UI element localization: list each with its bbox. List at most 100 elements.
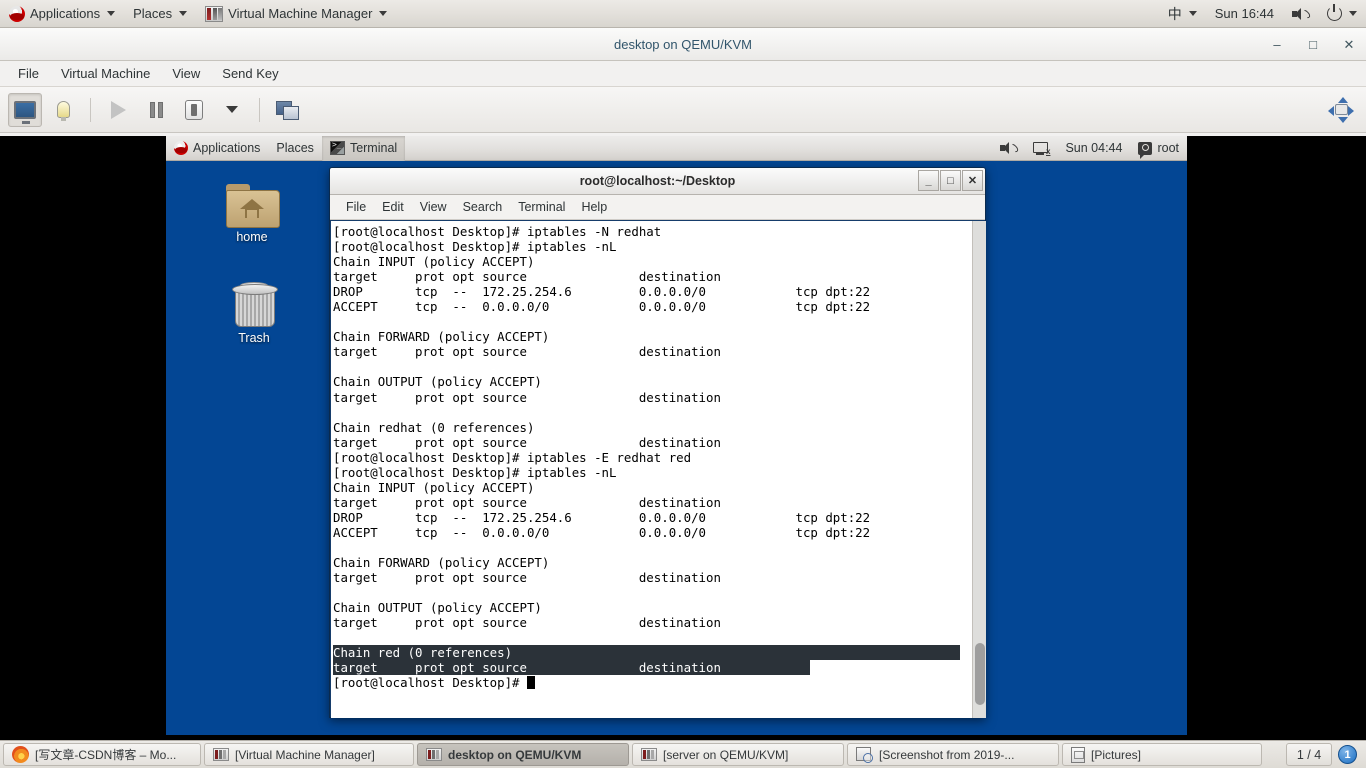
vmm-close-button[interactable]: ✕	[1340, 36, 1358, 54]
terminal-line: ACCEPT tcp -- 0.0.0.0/0 0.0.0.0/0 tcp dp…	[333, 299, 871, 315]
toolbar-right-group	[1324, 93, 1358, 127]
file-manager-icon	[1071, 746, 1085, 763]
notification-badge[interactable]: 1	[1338, 745, 1357, 764]
desktop-icon-trash[interactable]: Trash	[208, 281, 300, 345]
terminal-menu-file[interactable]: File	[339, 198, 373, 216]
chevron-down-icon	[226, 106, 238, 113]
pause-icon	[149, 101, 163, 118]
terminal-line: target prot opt source destination	[333, 615, 721, 631]
terminal-line: Chain OUTPUT (policy ACCEPT)	[333, 374, 542, 390]
vmm-maximize-button[interactable]: □	[1304, 36, 1322, 54]
guest-network-status[interactable]: x	[1025, 136, 1057, 161]
taskbar-item-desktop-vm[interactable]: desktop on QEMU/KVM	[417, 743, 629, 766]
terminal-line: target prot opt source destination	[333, 570, 721, 586]
shutdown-icon	[185, 99, 203, 120]
toolbar-show-details-button[interactable]	[46, 93, 80, 127]
toolbar-separator	[90, 97, 91, 122]
taskbar-item-server-vm[interactable]: [server on QEMU/KVM]	[632, 743, 844, 766]
toolbar-resize-to-vm-button[interactable]	[1324, 93, 1358, 127]
terminal-title: root@localhost:~/Desktop	[579, 174, 736, 188]
terminal-minimize-button[interactable]: _	[918, 170, 939, 191]
vmm-icon	[213, 748, 229, 761]
toolbar-pause-button[interactable]	[139, 93, 173, 127]
host-clock[interactable]: Sun 16:44	[1206, 0, 1283, 28]
taskbar-item-virtual-machine-manager[interactable]: [Virtual Machine Manager]	[204, 743, 414, 766]
guest-applications-menu[interactable]: Applications	[166, 136, 268, 161]
guest-places-menu[interactable]: Places	[268, 136, 322, 161]
toolbar-separator	[259, 97, 260, 122]
terminal-title-bar[interactable]: root@localhost:~/Desktop _ □ ✕	[330, 168, 985, 195]
terminal-line: target prot opt source destination	[333, 434, 721, 450]
vmm-minimize-button[interactable]: –	[1268, 36, 1286, 54]
chevron-down-icon	[179, 11, 188, 16]
chevron-down-icon	[379, 11, 388, 16]
guest-clock[interactable]: Sun 04:44	[1057, 136, 1130, 161]
terminal-line: ACCEPT tcp -- 0.0.0.0/0 0.0.0.0/0 tcp dp…	[333, 524, 871, 540]
host-system-menu[interactable]	[1318, 0, 1366, 28]
terminal-line: Chain FORWARD (policy ACCEPT)	[333, 555, 550, 571]
terminal-menu-search[interactable]: Search	[456, 198, 510, 216]
vmm-icon	[205, 5, 224, 22]
toolbar-show-console-button[interactable]	[8, 92, 42, 127]
terminal-line: DROP tcp -- 172.25.254.6 0.0.0.0/0 tcp d…	[333, 509, 871, 525]
firefox-icon	[12, 746, 29, 763]
host-input-method[interactable]: 中	[1159, 0, 1206, 28]
taskbar-item-screenshot[interactable]: [Screenshot from 2019-...	[847, 743, 1059, 766]
terminal-menu-edit[interactable]: Edit	[375, 198, 411, 216]
chevron-down-icon	[1349, 11, 1357, 16]
vmm-toolbar	[0, 87, 1366, 133]
terminal-output[interactable]: [root@localhost Desktop]# iptables -N re…	[331, 221, 972, 718]
terminal-line: Chain redhat (0 references)	[333, 419, 535, 435]
terminal-maximize-button[interactable]: □	[940, 170, 961, 191]
terminal-close-button[interactable]: ✕	[962, 170, 983, 191]
menu-view[interactable]: View	[164, 63, 208, 84]
guest-clock-label: Sun 04:44	[1065, 141, 1123, 155]
host-volume-button[interactable]	[1283, 0, 1318, 28]
terminal-menu-help[interactable]: Help	[574, 198, 614, 216]
chevron-down-icon	[107, 11, 116, 16]
host-applications-menu[interactable]: Applications	[0, 0, 124, 28]
toolbar-snapshots-button[interactable]	[270, 93, 304, 127]
guest-top-panel: Applications Places Terminal x Sun 04:4	[166, 136, 1187, 161]
terminal-line: target prot opt source destination	[333, 389, 721, 405]
monitor-icon	[14, 100, 36, 124]
menu-virtual-machine[interactable]: Virtual Machine	[53, 63, 158, 84]
workspace-pager[interactable]: 1 / 4	[1286, 743, 1332, 766]
host-top-panel: Applications Places Virtual Machine Mana…	[0, 0, 1366, 28]
terminal-line: [root@localhost Desktop]# iptables -N re…	[333, 224, 662, 239]
host-active-app-label: Virtual Machine Manager	[228, 6, 373, 21]
menu-file[interactable]: File	[10, 63, 47, 84]
terminal-menu-view[interactable]: View	[413, 198, 454, 216]
vmm-menu-bar: File Virtual Machine View Send Key	[0, 61, 1366, 87]
terminal-scrollbar-thumb[interactable]	[975, 643, 985, 705]
toolbar-shutdown-options-button[interactable]	[215, 93, 249, 127]
guest-user-menu[interactable]: root	[1130, 136, 1187, 161]
guest-volume-button[interactable]	[992, 136, 1025, 161]
desktop-icon-home[interactable]: home	[206, 184, 298, 244]
toolbar-run-button[interactable]	[101, 93, 135, 127]
toolbar-shutdown-button[interactable]	[177, 93, 211, 127]
screen-root: Applications Places Virtual Machine Mana…	[0, 0, 1366, 768]
host-active-app-menu[interactable]: Virtual Machine Manager	[196, 0, 396, 28]
power-icon	[1327, 4, 1342, 21]
terminal-line: [root@localhost Desktop]# iptables -E re…	[333, 449, 692, 465]
guest-desktop[interactable]: Applications Places Terminal x Sun 04:4	[166, 136, 1187, 735]
terminal-menu-terminal[interactable]: Terminal	[511, 198, 572, 216]
terminal-scrollbar[interactable]	[972, 221, 986, 718]
vmm-title-bar: desktop on QEMU/KVM – □ ✕	[0, 28, 1366, 61]
taskbar-item-pictures[interactable]: [Pictures]	[1062, 743, 1262, 766]
guest-applications-label: Applications	[193, 141, 261, 155]
lightbulb-icon	[56, 101, 70, 121]
menu-send-key[interactable]: Send Key	[214, 63, 286, 84]
guest-window-list-terminal[interactable]: Terminal	[321, 136, 406, 161]
redhat-logo-icon	[9, 5, 25, 22]
host-places-menu[interactable]: Places	[124, 0, 196, 28]
taskbar-item-firefox[interactable]: [写文章-CSDN博客 – Mo...	[3, 743, 201, 766]
taskbar-item-label: [写文章-CSDN博客 – Mo...	[35, 748, 177, 762]
taskbar-right-group: 1 / 4 1	[1286, 743, 1363, 766]
trash-icon	[231, 281, 278, 327]
taskbar-item-label: [Screenshot from 2019-...	[879, 747, 1015, 762]
terminal-window: root@localhost:~/Desktop _ □ ✕ File Edit…	[329, 167, 986, 718]
